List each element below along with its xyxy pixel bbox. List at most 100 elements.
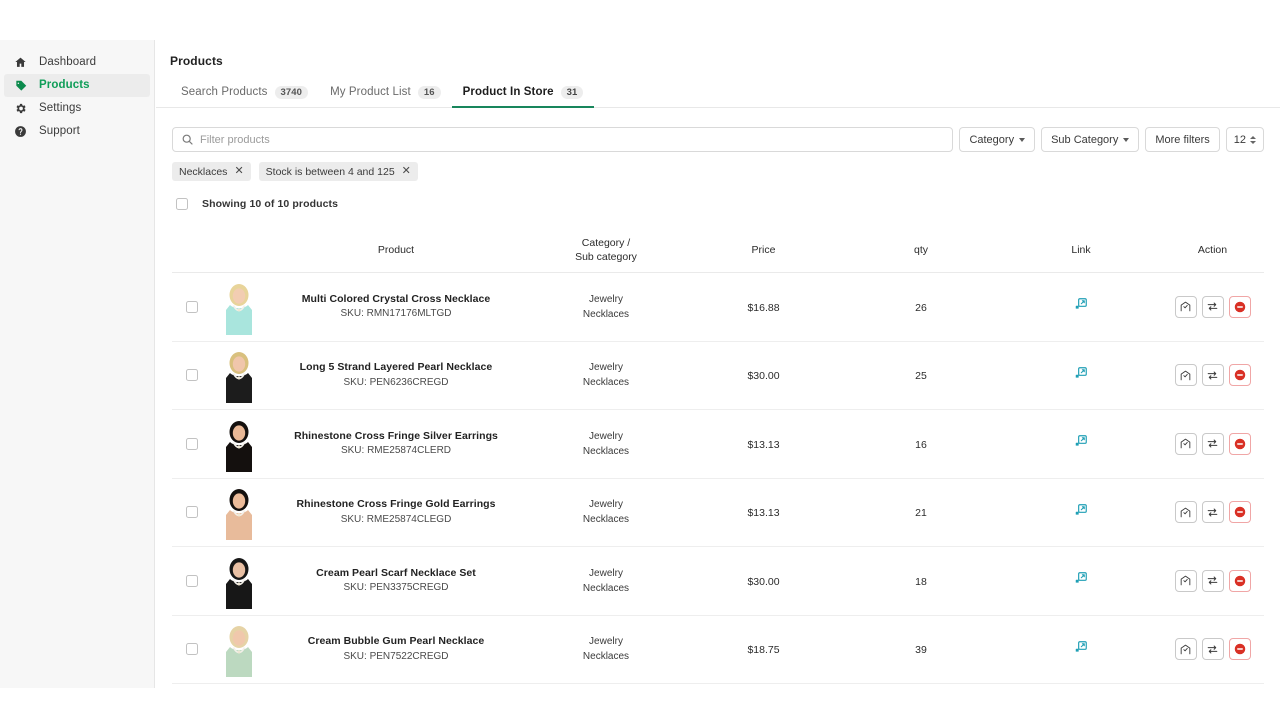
product-category: Jewelry <box>526 634 686 649</box>
product-qty: 21 <box>915 507 927 519</box>
remove-button[interactable] <box>1229 433 1251 455</box>
row-product-cell: Cream Pearl Scarf Necklace Set SKU: PEN3… <box>266 566 526 596</box>
store-check-button[interactable] <box>1175 433 1197 455</box>
close-icon[interactable]: ✕ <box>234 166 243 177</box>
row-product-cell: Cream Bubble Gum Pearl Necklace SKU: PEN… <box>266 634 526 664</box>
external-link-icon[interactable] <box>1074 571 1088 585</box>
row-category-cell: Jewelry Necklaces <box>526 429 686 459</box>
table-row: Cream Bubble Gum Pearl Necklace SKU: PEN… <box>172 616 1264 685</box>
arrow-up-icon[interactable] <box>1250 136 1256 139</box>
top-bar <box>0 0 1280 40</box>
remove-button[interactable] <box>1229 296 1251 318</box>
transfer-button[interactable] <box>1202 501 1224 523</box>
header-category-line2: Sub category <box>526 250 686 264</box>
header-price: Price <box>686 244 841 256</box>
product-price: $13.13 <box>747 507 779 519</box>
tab-count-badge: 3740 <box>275 86 309 100</box>
product-sub-category: Necklaces <box>526 444 686 459</box>
active-filter-chips: Necklaces ✕ Stock is between 4 and 125 ✕ <box>156 152 1280 181</box>
sidebar-item-products[interactable]: Products <box>4 74 150 97</box>
product-thumbnail <box>220 484 258 540</box>
transfer-button[interactable] <box>1202 570 1224 592</box>
external-link-icon[interactable] <box>1074 640 1088 654</box>
table-body: Multi Colored Crystal Cross Necklace SKU… <box>172 273 1264 684</box>
row-thumbnail-cell <box>212 484 266 540</box>
main-content: Products Search Products 3740 My Product… <box>156 40 1280 688</box>
product-qty: 18 <box>915 576 927 588</box>
external-link-icon[interactable] <box>1074 434 1088 448</box>
tab-search-products[interactable]: Search Products 3740 <box>170 86 319 108</box>
header-qty: qty <box>841 244 1001 256</box>
product-sku: SKU: RMN17176MLTGD <box>266 307 526 322</box>
row-checkbox-cell <box>172 438 212 450</box>
arrow-down-icon[interactable] <box>1250 141 1256 144</box>
page-size-value: 12 <box>1234 134 1246 146</box>
store-check-button[interactable] <box>1175 501 1197 523</box>
product-category: Jewelry <box>526 497 686 512</box>
row-action-cell <box>1161 570 1264 592</box>
external-link-icon[interactable] <box>1074 297 1088 311</box>
select-all-checkbox[interactable] <box>176 198 188 210</box>
row-action-buttons <box>1175 296 1251 318</box>
transfer-button[interactable] <box>1202 364 1224 386</box>
category-dropdown[interactable]: Category <box>959 127 1035 152</box>
row-category-cell: Jewelry Necklaces <box>526 360 686 390</box>
remove-button[interactable] <box>1229 638 1251 660</box>
row-price-cell: $18.75 <box>686 640 841 658</box>
remove-button[interactable] <box>1229 364 1251 386</box>
stepper-arrows-icon[interactable] <box>1250 136 1256 144</box>
product-price: $18.75 <box>747 644 779 656</box>
sidebar-item-support[interactable]: Support <box>4 120 150 143</box>
table-row: Cream Pearl Scarf Necklace Set SKU: PEN3… <box>172 547 1264 616</box>
row-thumbnail-cell <box>212 279 266 335</box>
row-link-cell <box>1001 640 1161 659</box>
remove-button[interactable] <box>1229 501 1251 523</box>
row-price-cell: $13.13 <box>686 435 841 453</box>
product-name: Cream Pearl Scarf Necklace Set <box>266 566 526 581</box>
store-check-button[interactable] <box>1175 296 1197 318</box>
sub-category-dropdown[interactable]: Sub Category <box>1041 127 1139 152</box>
gear-icon <box>13 101 28 116</box>
product-qty: 25 <box>915 370 927 382</box>
row-select-checkbox[interactable] <box>186 301 198 313</box>
external-link-icon[interactable] <box>1074 503 1088 517</box>
page-size-stepper[interactable]: 12 <box>1226 127 1264 152</box>
store-check-button[interactable] <box>1175 638 1197 660</box>
row-select-checkbox[interactable] <box>186 369 198 381</box>
chevron-down-icon <box>1123 138 1129 142</box>
sidebar-item-label: Support <box>39 126 80 138</box>
transfer-button[interactable] <box>1202 638 1224 660</box>
tab-product-in-store[interactable]: Product In Store 31 <box>452 86 595 108</box>
sidebar-item-dashboard[interactable]: Dashboard <box>4 51 150 74</box>
row-link-cell <box>1001 366 1161 385</box>
search-input[interactable] <box>200 128 952 151</box>
row-select-checkbox[interactable] <box>186 438 198 450</box>
row-qty-cell: 18 <box>841 572 1001 590</box>
row-product-cell: Rhinestone Cross Fringe Gold Earrings SK… <box>266 497 526 527</box>
store-check-button[interactable] <box>1175 364 1197 386</box>
row-select-checkbox[interactable] <box>186 506 198 518</box>
transfer-button[interactable] <box>1202 433 1224 455</box>
store-check-button[interactable] <box>1175 570 1197 592</box>
row-action-cell <box>1161 296 1264 318</box>
row-select-checkbox[interactable] <box>186 575 198 587</box>
sidebar-item-label: Products <box>39 80 90 92</box>
product-qty: 39 <box>915 644 927 656</box>
product-sku: SKU: RME25874CLERD <box>266 444 526 459</box>
row-action-cell <box>1161 501 1264 523</box>
search-field-wrapper[interactable] <box>172 127 953 152</box>
row-select-checkbox[interactable] <box>186 643 198 655</box>
row-action-buttons <box>1175 638 1251 660</box>
sidebar-item-settings[interactable]: Settings <box>4 97 150 120</box>
category-dropdown-label: Category <box>969 134 1014 146</box>
header-category-line1: Category / <box>526 236 686 250</box>
table-row: Rhinestone Cross Fringe Gold Earrings SK… <box>172 479 1264 548</box>
tab-label: My Product List <box>330 86 411 98</box>
transfer-button[interactable] <box>1202 296 1224 318</box>
more-filters-button[interactable]: More filters <box>1145 127 1219 152</box>
remove-button[interactable] <box>1229 570 1251 592</box>
close-icon[interactable]: ✕ <box>402 166 411 177</box>
header-product: Product <box>266 244 526 256</box>
external-link-icon[interactable] <box>1074 366 1088 380</box>
tab-my-product-list[interactable]: My Product List 16 <box>319 86 452 108</box>
